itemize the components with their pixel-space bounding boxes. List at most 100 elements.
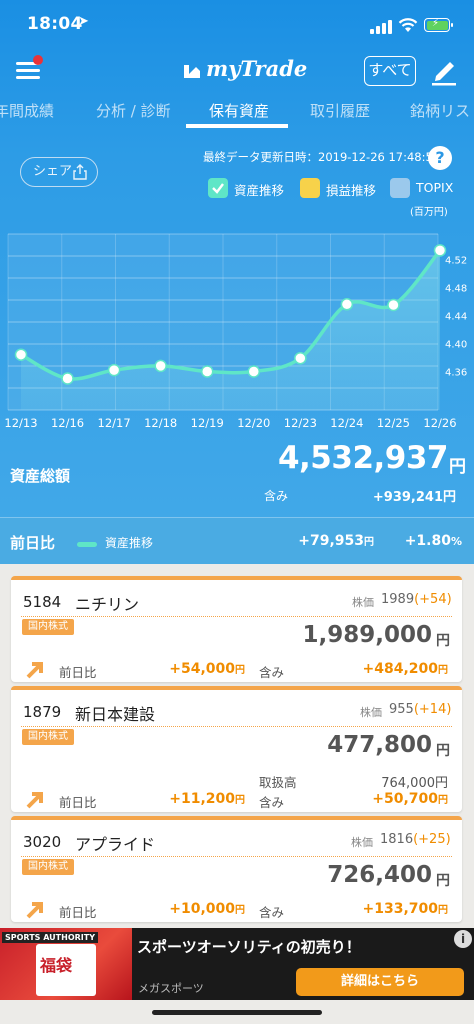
holding-amount-yen: 円 [436,743,450,759]
legend-label: TOPIX [416,180,454,195]
x-tick-label: 12/25 [377,416,410,430]
data-point[interactable] [387,298,400,312]
x-tick-label: 12/20 [237,416,270,430]
trend-up-icon [26,792,43,809]
data-point[interactable] [154,359,167,373]
trade-amount-label: 取扱高 [259,775,297,790]
checkbox-checked-icon [208,178,228,198]
y-tick-label: 4.36 [445,368,467,379]
ad-info-icon[interactable]: i [454,930,472,948]
stock-price: 1816(+25) [380,832,451,847]
share-button[interactable]: シェア [20,157,98,187]
holding-amount: 1,989,000 [302,622,433,648]
ad-cta-button[interactable]: 詳細はこちら [296,968,464,996]
ad-banner[interactable]: SPORTS AUTHORITY 福袋 スポーツオーソリティの初売り！ メガスポ… [0,928,474,1000]
gain-value: +50,700円 [372,791,448,807]
total-assets-value: 4,532,937 [277,440,449,476]
checkbox-unchecked-icon [300,178,320,198]
tab-analysis[interactable]: 分析 / 診断 [96,100,171,121]
x-tick-label: 12/23 [284,416,317,430]
stock-code: 3020 [23,833,62,851]
stock-code: 5184 [23,593,62,611]
status-time: 18:04 [27,14,83,34]
daily-change-bar: 前日比 資産推移 +79,953円 +1.80% [0,518,474,564]
lucky-bag-icon: 福袋 [36,944,96,996]
x-tick-label: 12/26 [423,416,456,430]
app-logo: myTrade [206,56,308,81]
trend-up-icon [26,902,43,919]
holding-card[interactable]: 3020 アプライド 株価 1816(+25) 国内株式 726,400 円 前… [11,816,462,922]
tab-annual-results[interactable]: 年間成績 [0,100,54,121]
price-label: 株価 [360,706,382,719]
tab-bar: 年間成績 分析 / 診断 保有資産 取引履歴 銘柄リスト [0,92,474,128]
tab-holdings[interactable]: 保有資産 [209,100,269,121]
total-assets-label: 資産総額 [10,467,71,485]
trade-amount-value: 764,000円 [381,776,448,791]
ad-image[interactable]: SPORTS AUTHORITY 福袋 [0,928,132,1000]
market-tag: 国内株式 [22,859,74,875]
share-icon [73,164,87,180]
battery-icon: ⚡ [424,18,453,32]
wifi-icon [398,18,418,32]
x-tick-label: 12/16 [51,416,84,430]
stock-price: 1989(+54) [381,592,452,607]
x-tick-label: 12/24 [330,416,363,430]
holding-card[interactable]: 1879 新日本建設 株価 955(+14) 国内株式 477,800 円 取扱… [11,686,462,812]
market-tag: 国内株式 [22,729,74,745]
trend-up-icon [26,662,43,679]
edit-icon[interactable] [430,56,458,86]
price-label: 株価 [351,836,373,849]
data-point[interactable] [14,348,28,361]
data-point[interactable] [340,298,354,311]
gain-label: 含み [259,905,285,920]
legend-label: 損益推移 [326,183,377,198]
daily-series-label: 資産推移 [105,536,154,550]
ad-advertiser: メガスポーツ [138,982,204,995]
notification-dot [33,55,43,65]
share-label: シェア [33,164,73,179]
asset-chart: 4.36 4.40 4.44 4.48 4.52 12/13 12/16 12/17 12/1… [4,233,467,430]
legend-label: 資産推移 [234,183,285,198]
data-point[interactable] [433,244,447,257]
unrealized-gain-value: +939,241円 [372,490,456,505]
tab-trade-history[interactable]: 取引履歴 [310,100,370,121]
day-change-label: 前日比 [59,905,97,920]
stock-code: 1879 [23,703,62,721]
all-button[interactable]: すべて [364,56,416,86]
stock-name: アプライド [75,835,156,854]
location-icon: ➤ [78,14,89,29]
day-change-label: 前日比 [59,665,97,680]
tab-stock-list[interactable]: 銘柄リスト [410,100,474,121]
data-point[interactable] [247,365,261,378]
x-tick-label: 12/19 [191,416,224,430]
price-label: 株価 [352,596,374,609]
ad-title: スポーツオーソリティの初売り！ [137,938,361,956]
help-icon[interactable]: ? [428,146,452,170]
y-tick-label: 4.40 [445,340,467,351]
gain-label: 含み [259,795,285,810]
y-tick-label: 4.44 [445,312,467,323]
day-change-value: +10,000円 [169,901,245,917]
data-point[interactable] [200,365,214,378]
market-tag: 国内株式 [22,619,74,635]
data-point[interactable] [107,363,121,377]
daily-change-label: 前日比 [10,534,56,552]
x-tick-label: 12/13 [4,416,37,430]
daily-change-value: +79,953円 [298,533,374,549]
divider [21,726,452,727]
day-change-label: 前日比 [59,795,97,810]
divider [21,616,452,617]
last-updated-text: 最終データ更新日時：2019-12-26 17:48:55 [203,150,441,164]
holding-amount-yen: 円 [436,873,450,889]
data-point[interactable] [294,351,307,365]
daily-change-percent: +1.80% [404,533,462,549]
stock-name: ニチリン [75,595,140,614]
holding-amount: 477,800 [327,732,432,758]
gain-value: +133,700円 [362,901,449,917]
holding-card[interactable]: 5184 ニチリン 株価 1989(+54) 国内株式 1,989,000 円 … [11,576,462,682]
data-point[interactable] [61,372,74,385]
menu-button[interactable] [16,55,43,80]
active-tab-indicator [186,124,288,128]
logo-icon [184,65,200,78]
stock-price: 955(+14) [389,702,452,717]
